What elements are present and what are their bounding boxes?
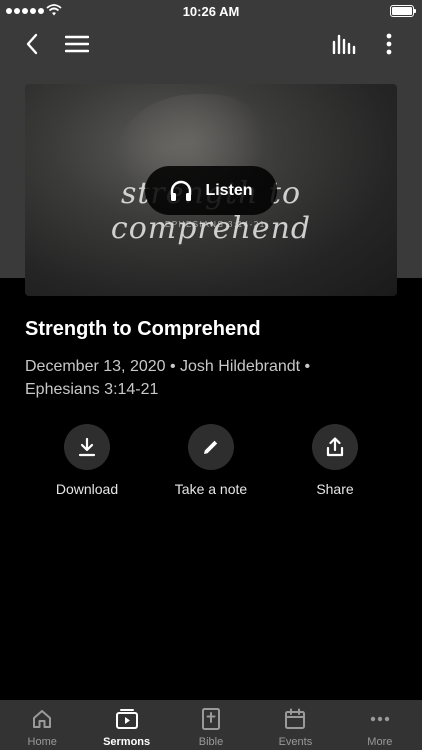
download-label: Download <box>55 481 119 497</box>
download-button[interactable]: Download <box>32 424 142 497</box>
battery-icon <box>390 5 416 17</box>
tab-events[interactable]: Events <box>253 700 337 750</box>
sermon-meta: December 13, 2020 • Josh Hildebrandt • E… <box>25 355 395 401</box>
artwork-scripture-reference: EPHESIANS 3:14-21 <box>165 220 266 229</box>
tab-bible-label: Bible <box>198 736 224 748</box>
tab-bible[interactable]: Bible <box>169 700 253 750</box>
sermon-scripture: Ephesians 3:14-21 <box>25 381 159 398</box>
download-icon <box>78 437 96 457</box>
more-options-button[interactable] <box>373 28 405 60</box>
bible-icon <box>202 708 221 730</box>
menu-button[interactable] <box>61 28 93 60</box>
share-button[interactable]: Share <box>280 424 390 497</box>
sermons-icon <box>115 709 138 729</box>
hamburger-icon <box>65 35 89 53</box>
pencil-icon <box>204 440 218 454</box>
tab-more-label: More <box>367 736 393 748</box>
chevron-left-icon <box>26 33 38 55</box>
sermon-title: Strength to Comprehend <box>25 318 261 340</box>
action-row: Download Take a note Share <box>0 424 422 504</box>
download-circle <box>64 424 110 470</box>
share-label: Share <box>316 481 354 497</box>
home-icon <box>33 710 52 728</box>
tab-sermons-label: Sermons <box>103 736 151 748</box>
more-icon <box>370 716 390 722</box>
share-circle <box>312 424 358 470</box>
take-note-label: Take a note <box>174 481 248 497</box>
tab-bar: Home Sermons Bible Events More <box>0 700 422 750</box>
back-button[interactable] <box>16 28 48 60</box>
sermon-date-speaker: December 13, 2020 • Josh Hildebrandt • <box>25 358 311 375</box>
vertical-dots-icon <box>386 33 392 55</box>
tab-home[interactable]: Home <box>0 700 84 750</box>
tab-more[interactable]: More <box>338 700 422 750</box>
take-note-button[interactable]: Take a note <box>156 424 266 497</box>
listen-button[interactable]: Listen <box>145 166 277 215</box>
audio-levels-button[interactable] <box>328 28 360 60</box>
status-bar: 10:26 AM <box>0 0 422 24</box>
tab-events-label: Events <box>278 736 313 748</box>
nav-bar <box>0 24 422 64</box>
share-icon <box>326 437 344 457</box>
tab-sermons[interactable]: Sermons <box>84 700 168 750</box>
listen-label: Listen <box>205 181 253 199</box>
calendar-icon <box>285 708 306 729</box>
note-circle <box>188 424 234 470</box>
status-time: 10:26 AM <box>182 4 240 19</box>
audio-levels-icon <box>332 34 356 54</box>
tab-home-label: Home <box>27 736 57 748</box>
headphones-icon <box>171 180 192 201</box>
